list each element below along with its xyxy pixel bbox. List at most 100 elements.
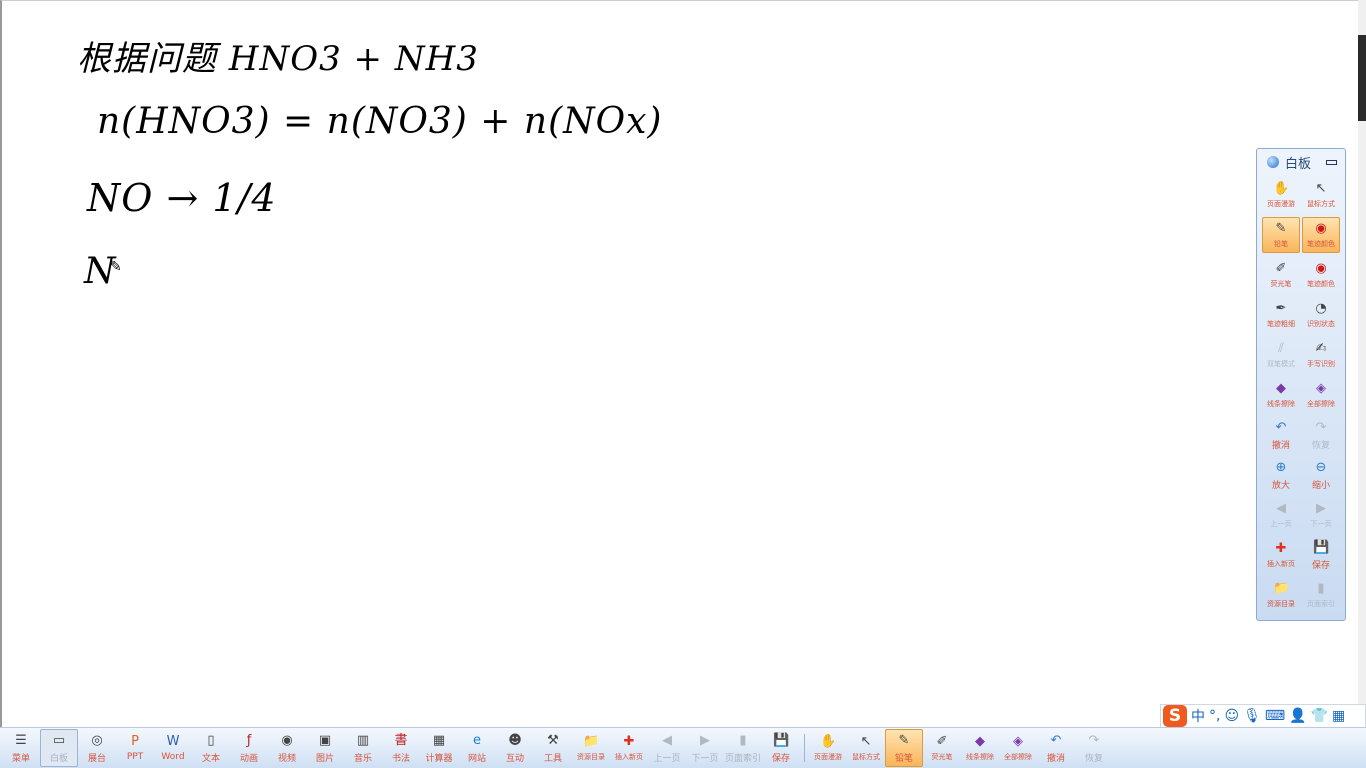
color-icon: ◉ (1315, 221, 1327, 236)
whiteboard-panel: 白板 ✋ 页面漫游 ↖ 鼠标方式 ✎ 铅笔 ◉ 笔迹颜色 ✐ 荧光笔 ◉ 笔迹颜色 ✒ 笔迹粗细 ◔ 识别状态… (1256, 148, 1346, 621)
microphone-icon[interactable]: 🎙 (1243, 708, 1261, 724)
taskbar-camera-button[interactable]: ◎ 展台 (78, 729, 116, 767)
taskbar-prev-page-button[interactable]: ◀ 上一页 (648, 729, 686, 767)
insert-page-icon: ✚ (1275, 541, 1287, 556)
taskbar-menu-button[interactable]: ☰ 菜单 (2, 729, 40, 767)
label: 铅笔 (894, 753, 913, 764)
taskbar-clear-all-button[interactable]: ◈ 全部擦除 (999, 729, 1037, 767)
panel-handwriting-button[interactable]: ✍ 手写识别 (1302, 337, 1340, 373)
taskbar-interact-button[interactable]: ☻ 互动 (496, 729, 534, 767)
panel-pencil-button[interactable]: ✎ 铅笔 (1262, 217, 1300, 253)
scrollbar-thumb[interactable] (1358, 35, 1366, 121)
panel-header[interactable]: 白板 (1257, 149, 1345, 175)
prev-page-icon: ◀ (1276, 501, 1286, 516)
label: 撤消 (1271, 440, 1290, 451)
panel-clear-all-button[interactable]: ◈ 全部擦除 (1302, 377, 1340, 413)
panel-title: 白板 (1285, 156, 1312, 172)
zoom-out-icon: ⊖ (1315, 459, 1327, 475)
ime-punct[interactable]: °, (1209, 708, 1220, 724)
emoji-icon[interactable]: ☺ (1224, 708, 1239, 724)
ime-toolbar: S 中 °, ☺ 🎙 ⌨ 👤 👕 ▦ (1160, 704, 1366, 728)
panel-folder-button[interactable]: 📁 资源目录 (1262, 577, 1300, 613)
label: 音乐 (353, 753, 372, 764)
taskbar-flash-button[interactable]: ƒ 动画 (230, 729, 268, 767)
label: 全部擦除 (1004, 753, 1032, 761)
eraser-icon: ◆ (975, 734, 985, 749)
user-icon[interactable]: 👤 (1289, 708, 1306, 724)
ink-line: 根据问题 HNO3 + NH3 (77, 39, 479, 79)
next-page-icon: ▶ (700, 732, 710, 748)
taskbar-text-button[interactable]: ▯ 文本 (192, 729, 230, 767)
label: 笔迹颜色 (1307, 280, 1335, 288)
panel-highlighter-button[interactable]: ✐ 荧光笔 (1262, 257, 1300, 293)
taskbar-next-page-button[interactable]: ▶ 下一页 (686, 729, 724, 767)
taskbar-tools-button[interactable]: ⚒ 工具 (534, 729, 572, 767)
panel-recognize-button[interactable]: ◔ 识别状态 (1302, 297, 1340, 333)
taskbar-highlighter-button[interactable]: ✐ 荧光笔 (923, 729, 961, 767)
taskbar-image-button[interactable]: ▣ 图片 (306, 729, 344, 767)
taskbar-ppt-button[interactable]: P PPT (116, 729, 154, 767)
flash-icon: ƒ (246, 732, 252, 748)
taskbar-video-button[interactable]: ◉ 视频 (268, 729, 306, 767)
label: 笔迹粗细 (1267, 320, 1295, 328)
taskbar-insert-page-button[interactable]: ✚ 插入新页 (610, 729, 648, 767)
whiteboard-icon: ▭ (52, 732, 66, 748)
label: 页面漫游 (814, 753, 842, 761)
panel-zoom-out-button[interactable]: ⊖ 缩小 (1302, 457, 1340, 493)
panel-prev-page-button[interactable]: ◀ 上一页 (1262, 497, 1300, 533)
grid-icon[interactable]: ▦ (1332, 708, 1345, 724)
taskbar-calligraphy-button[interactable]: 書书法 (382, 729, 420, 767)
taskbar-eraser-button[interactable]: ◆ 线条擦除 (961, 729, 999, 767)
label: 下一页 (691, 753, 719, 764)
panel-hand-button[interactable]: ✋ 页面漫游 (1262, 177, 1300, 213)
taskbar-hand-button[interactable]: ✋ 页面漫游 (809, 729, 847, 767)
scrollbar[interactable] (1358, 0, 1366, 727)
label: 页面索引 (1307, 600, 1335, 608)
ie-icon: e (473, 732, 481, 748)
whiteboard-canvas[interactable]: 根据问题 HNO3 + NH3 n(HNO3) = n(NO3) + n(NOx… (0, 0, 1358, 727)
minimize-icon[interactable] (1326, 159, 1337, 165)
label: 上一页 (1270, 520, 1292, 528)
taskbar-piano-button[interactable]: ▥ 音乐 (344, 729, 382, 767)
taskbar-whiteboard-button[interactable]: ▭ 白板 (40, 729, 78, 767)
taskbar-redo-button[interactable]: ↷ 恢复 (1075, 729, 1113, 767)
label: 保存 (1311, 560, 1330, 571)
panel-cursor-button[interactable]: ↖ 鼠标方式 (1302, 177, 1340, 213)
hand-icon: ✋ (1273, 181, 1290, 196)
save-icon: 💾 (1313, 539, 1330, 555)
skin-icon[interactable]: 👕 (1311, 708, 1328, 724)
menu-icon: ☰ (15, 732, 27, 748)
next-page-icon: ▶ (1316, 501, 1326, 516)
panel-color-button[interactable]: ◉ 笔迹颜色 (1302, 217, 1340, 253)
panel-undo-button[interactable]: ↶ 撤消 (1262, 417, 1300, 453)
taskbar-calculator-button[interactable]: ▦ 计算器 (420, 729, 458, 767)
panel-zoom-in-button[interactable]: ⊕ 放大 (1262, 457, 1300, 493)
panel-dual-pen-button[interactable]: ⫽ 双笔模式 (1262, 337, 1300, 373)
taskbar-undo-button[interactable]: ↶ 撤消 (1037, 729, 1075, 767)
taskbar-folder-button[interactable]: 📁 资源目录 (572, 729, 610, 767)
panel-next-page-button[interactable]: ▶ 下一页 (1302, 497, 1340, 533)
highlighter-icon: ✐ (1275, 261, 1287, 276)
globe-icon (1267, 156, 1279, 168)
taskbar-word-button[interactable]: W Word (154, 729, 192, 767)
piano-icon: ▥ (356, 732, 370, 748)
taskbar-page-index-button[interactable]: ▮ 页面索引 (724, 729, 762, 767)
panel-save-button[interactable]: 💾 保存 (1302, 537, 1340, 573)
keyboard-icon[interactable]: ⌨ (1265, 708, 1285, 724)
sogou-logo-icon[interactable]: S (1163, 705, 1187, 727)
label: 恢复 (1311, 440, 1330, 451)
panel-page-index-button[interactable]: ▮ 页面索引 (1302, 577, 1340, 613)
label: 放大 (1271, 480, 1290, 491)
panel-redo-button[interactable]: ↷ 恢复 (1302, 417, 1340, 453)
taskbar-ie-button[interactable]: e 网站 (458, 729, 496, 767)
panel-eraser-button[interactable]: ◆ 线条擦除 (1262, 377, 1300, 413)
tools-icon: ⚒ (547, 732, 559, 748)
taskbar-pencil-button[interactable]: ✎ 铅笔 (885, 729, 923, 767)
panel-color-button[interactable]: ◉ 笔迹颜色 (1302, 257, 1340, 293)
taskbar-cursor-button[interactable]: ↖ 鼠标方式 (847, 729, 885, 767)
taskbar-save-button[interactable]: 💾 保存 (762, 729, 800, 767)
panel-pen-width-button[interactable]: ✒ 笔迹粗细 (1262, 297, 1300, 333)
label: 全部擦除 (1307, 400, 1335, 408)
panel-insert-page-button[interactable]: ✚ 插入新页 (1262, 537, 1300, 573)
ime-mode[interactable]: 中 (1191, 706, 1205, 726)
